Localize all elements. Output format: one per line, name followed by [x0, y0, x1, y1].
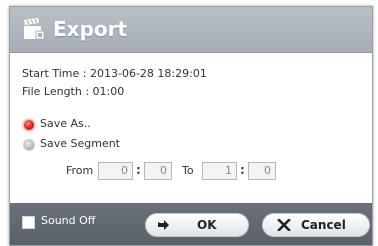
- cancel-label: Cancel: [301, 218, 346, 232]
- x-icon: [277, 219, 291, 231]
- save-as-radio[interactable]: [24, 120, 34, 130]
- from-second-field[interactable]: 0: [144, 162, 172, 180]
- dialog-title-bar: Export: [10, 7, 372, 53]
- to-separator: :: [240, 163, 245, 177]
- to-second-field[interactable]: 0: [248, 162, 276, 180]
- dialog-title: Export: [53, 17, 128, 41]
- ok-button[interactable]: OK: [145, 213, 249, 237]
- from-minute-field[interactable]: 0: [98, 162, 133, 180]
- file-length-text: File Length : 01:00: [22, 85, 125, 98]
- from-separator: :: [136, 163, 141, 177]
- cancel-button[interactable]: Cancel: [262, 213, 370, 237]
- start-time-text: Start Time : 2013-06-28 18:29:01: [22, 67, 207, 80]
- to-minute-field[interactable]: 1: [202, 162, 237, 180]
- ok-label: OK: [197, 218, 217, 232]
- to-label: To: [182, 164, 194, 177]
- arrow-right-icon: [158, 220, 169, 230]
- dialog-footer: Sound Off OK Cancel: [10, 203, 372, 245]
- from-label: From: [66, 164, 94, 177]
- save-as-label: Save As..: [40, 117, 91, 130]
- export-dialog: Export Start Time : 2013-06-28 18:29:01 …: [9, 6, 373, 246]
- sound-off-checkbox[interactable]: [22, 216, 35, 229]
- save-segment-label: Save Segment: [40, 137, 120, 150]
- sound-off-label: Sound Off: [41, 214, 96, 227]
- clapperboard-icon: [24, 18, 45, 40]
- save-segment-radio[interactable]: [24, 140, 34, 150]
